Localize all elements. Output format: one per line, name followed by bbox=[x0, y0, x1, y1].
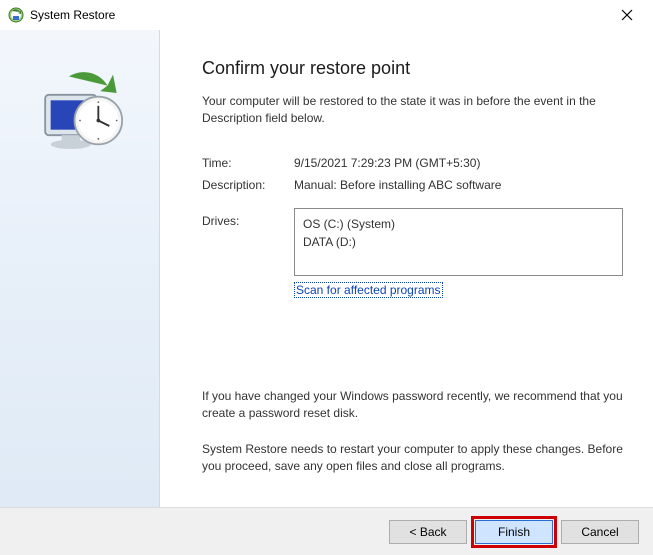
time-label: Time: bbox=[202, 156, 294, 170]
window-title: System Restore bbox=[30, 8, 605, 22]
description-value: Manual: Before installing ABC software bbox=[294, 178, 623, 192]
drive-item: OS (C:) (System) bbox=[303, 215, 614, 233]
time-value: 9/15/2021 7:29:23 PM (GMT+5:30) bbox=[294, 156, 623, 170]
page-heading: Confirm your restore point bbox=[202, 58, 623, 79]
titlebar: System Restore bbox=[0, 0, 653, 30]
restore-monitor-clock-icon bbox=[25, 159, 135, 173]
cancel-button[interactable]: Cancel bbox=[561, 520, 639, 544]
drives-listbox[interactable]: OS (C:) (System) DATA (D:) bbox=[294, 208, 623, 276]
close-icon bbox=[621, 9, 633, 21]
footer-buttons: < Back Finish Cancel bbox=[0, 507, 653, 555]
drives-label: Drives: bbox=[202, 208, 294, 276]
scan-affected-programs-link[interactable]: Scan for affected programs bbox=[294, 282, 443, 298]
close-button[interactable] bbox=[605, 1, 649, 29]
main-panel: Confirm your restore point Your computer… bbox=[160, 30, 653, 507]
time-row: Time: 9/15/2021 7:29:23 PM (GMT+5:30) bbox=[202, 156, 623, 170]
finish-button[interactable]: Finish bbox=[475, 520, 553, 544]
password-note: If you have changed your Windows passwor… bbox=[202, 388, 623, 423]
lead-text: Your computer will be restored to the st… bbox=[202, 93, 623, 128]
restart-note: System Restore needs to restart your com… bbox=[202, 441, 623, 476]
description-row: Description: Manual: Before installing A… bbox=[202, 178, 623, 192]
back-button[interactable]: < Back bbox=[389, 520, 467, 544]
content-area: Confirm your restore point Your computer… bbox=[0, 30, 653, 507]
description-label: Description: bbox=[202, 178, 294, 192]
drives-row: Drives: OS (C:) (System) DATA (D:) bbox=[202, 208, 623, 276]
system-restore-icon bbox=[8, 7, 24, 23]
sidebar bbox=[0, 30, 160, 507]
system-restore-window: System Restore bbox=[0, 0, 653, 555]
drive-item: DATA (D:) bbox=[303, 233, 614, 251]
